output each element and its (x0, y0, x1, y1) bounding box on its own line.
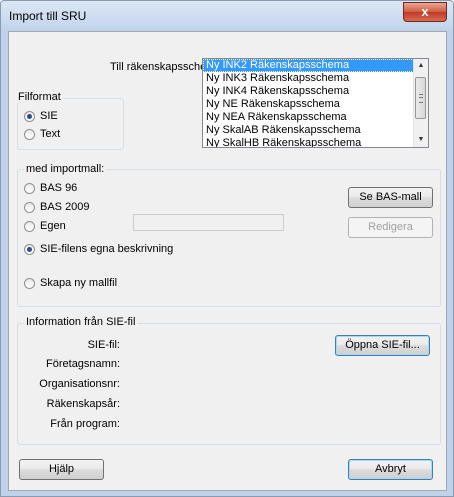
fileformat-text-radio[interactable]: Text (24, 128, 60, 140)
template-new-radio[interactable]: Skapa ny mallfil (24, 277, 117, 289)
schema-list-item[interactable]: Ny SkalHB Räkenskapsschema (203, 137, 428, 147)
cancel-button[interactable]: Avbryt (348, 459, 433, 480)
template-new-label: Skapa ny mallfil (40, 277, 118, 289)
org-nr-label: Organisationsnr: (39, 378, 120, 390)
template-bas2009-radio[interactable]: BAS 2009 (24, 201, 90, 213)
scroll-down-icon[interactable]: ▼ (414, 133, 428, 147)
fileformat-text-label: Text (40, 128, 61, 140)
schema-list-item[interactable]: Ny INK4 Räkenskapsschema (203, 85, 428, 98)
radio-icon (24, 220, 35, 232)
sie-file-label: SIE-fil: (87, 339, 120, 351)
fileformat-sie-radio[interactable]: SIE (24, 110, 58, 122)
radio-icon (24, 201, 35, 213)
schema-list-item[interactable]: Ny INK3 Räkenskapsschema (203, 72, 428, 85)
template-sie-desc-label: SIE-filens egna beskrivning (40, 243, 174, 255)
scroll-up-icon[interactable]: ▲ (414, 59, 428, 73)
open-sie-file-button[interactable]: Öppna SIE-fil... (335, 335, 430, 356)
company-label: Företagsnamn: (46, 358, 120, 370)
from-program-label: Från program: (50, 418, 120, 430)
schema-list-items: Ny INK2 Räkenskapsschema Ny INK3 Räkenska… (203, 59, 428, 147)
fileformat-group (17, 98, 124, 150)
close-button[interactable]: x (403, 2, 447, 22)
template-sie-desc-radio[interactable]: SIE-filens egna beskrivning (24, 243, 173, 255)
help-button[interactable]: Hjälp (19, 459, 104, 480)
radio-icon (24, 277, 35, 289)
edit-template-button[interactable]: Redigera (348, 217, 433, 238)
close-icon: x (421, 4, 429, 19)
dialog-body: Till räkenskapsschema: Ny INK2 Räkenskap… (8, 31, 447, 491)
window-title: Import till SRU (9, 9, 87, 23)
template-bas96-radio[interactable]: BAS 96 (24, 182, 77, 194)
schema-listbox[interactable]: Ny INK2 Räkenskapsschema Ny INK3 Räkenska… (202, 58, 429, 148)
radio-icon (24, 243, 35, 255)
fiscal-year-label: Räkenskapsår: (46, 398, 120, 410)
template-title: med importmall: (24, 163, 107, 175)
egen-template-input[interactable] (133, 214, 284, 231)
sie-info-title: Information från SIE-fil (24, 316, 138, 328)
fileformat-sie-label: SIE (40, 110, 58, 122)
template-egen-label: Egen (40, 220, 66, 232)
scroll-thumb[interactable] (415, 77, 426, 119)
schema-list-item[interactable]: Ny NE Räkenskapsschema (203, 98, 428, 111)
template-bas96-label: BAS 96 (40, 182, 78, 194)
radio-icon (24, 110, 35, 122)
schema-list-item[interactable]: Ny NEA Räkenskapsschema (203, 111, 428, 124)
schema-list-item[interactable]: Ny INK2 Räkenskapsschema (203, 59, 428, 72)
see-bas-template-button[interactable]: Se BAS-mall (348, 187, 433, 208)
radio-icon (24, 128, 35, 140)
schema-scrollbar[interactable]: ▲ ▼ (413, 59, 428, 147)
grip-icon (419, 94, 423, 103)
fileformat-title: Filformat (16, 91, 63, 103)
template-bas2009-label: BAS 2009 (40, 201, 90, 213)
import-dialog: Import till SRU x Till räkenskapsschema:… (0, 0, 454, 497)
title-bar[interactable]: Import till SRU x (1, 1, 453, 29)
schema-list-item[interactable]: Ny SkalAB Räkenskapsschema (203, 124, 428, 137)
radio-icon (24, 182, 35, 194)
template-egen-radio[interactable]: Egen (24, 220, 66, 232)
